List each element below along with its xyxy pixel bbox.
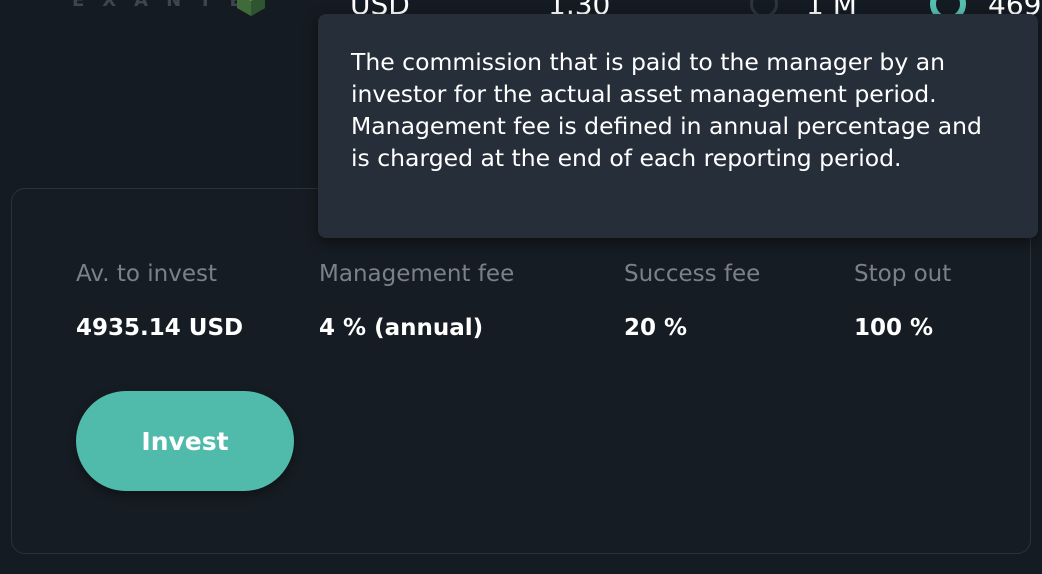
gem-logo-icon: [237, 0, 265, 16]
stat-label[interactable]: Management fee: [319, 261, 514, 287]
invest-button[interactable]: Invest: [76, 391, 294, 491]
stat-value: 4 % (annual): [319, 315, 484, 341]
invest-card: Av. to invest 4935.14 USD Management fee…: [11, 188, 1031, 554]
stat-label: Stop out: [854, 261, 952, 287]
tooltip-text: The commission that is paid to the manag…: [351, 48, 982, 172]
stat-label: Success fee: [624, 261, 761, 287]
stat-available-to-invest: Av. to invest 4935.14 USD: [76, 261, 243, 341]
stat-management-fee[interactable]: Management fee 4 % (annual): [319, 261, 514, 341]
stat-stop-out: Stop out 100 %: [854, 261, 951, 341]
stat-label: Av. to invest: [76, 261, 217, 287]
stat-value: 20 %: [624, 315, 688, 341]
stat-value: 4935.14 USD: [76, 315, 244, 341]
stat-value: 100 %: [854, 315, 934, 341]
management-fee-tooltip: The commission that is paid to the manag…: [318, 14, 1038, 238]
brand-logo-text: EXANTE: [72, 0, 260, 11]
page: EXANTE USD 1.30 1 M 469 Av. to invest 49…: [0, 0, 1042, 574]
stat-success-fee: Success fee 20 %: [624, 261, 760, 341]
